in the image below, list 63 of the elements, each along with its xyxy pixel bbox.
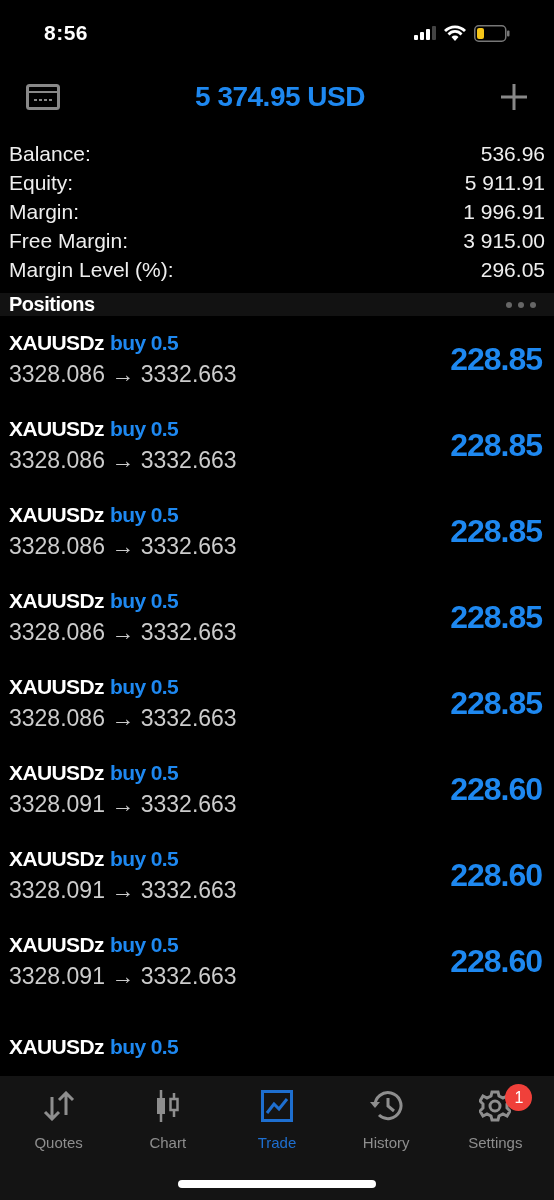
summary-value: 1 996.91 bbox=[463, 199, 545, 224]
summary-value: 5 911.91 bbox=[464, 170, 545, 195]
position-symbol: XAUUSDz bbox=[9, 330, 104, 355]
tab[interactable]: History bbox=[334, 1088, 439, 1151]
signal-icon bbox=[414, 26, 436, 40]
position-symbol: XAUUSDz bbox=[9, 674, 104, 699]
position-trade: buy 0.5 bbox=[110, 846, 179, 871]
summary-label: Balance: bbox=[9, 141, 91, 166]
position-prices: 3328.086 → 3332.663 bbox=[9, 532, 237, 560]
position-prices: 3328.086 → 3332.663 bbox=[9, 446, 237, 474]
position-prices: 3328.086 → 3332.663 bbox=[9, 618, 237, 646]
summary-value: 296.05 bbox=[480, 257, 545, 282]
more-icon[interactable] bbox=[506, 301, 536, 308]
add-button[interactable] bbox=[500, 83, 528, 111]
candlestick-icon bbox=[154, 1090, 181, 1122]
position-prices: 3328.091 → 3332.663 bbox=[9, 876, 237, 904]
position-trade: buy 0.5 bbox=[110, 760, 179, 785]
summary-label: Margin Level (%): bbox=[9, 257, 174, 282]
position-trade: buy 0.5 bbox=[110, 502, 179, 527]
position-symbol: XAUUSDz bbox=[9, 1035, 104, 1059]
position-symbol: XAUUSDz bbox=[9, 588, 104, 613]
history-icon bbox=[369, 1090, 404, 1122]
section-title: Positions bbox=[9, 293, 95, 316]
position-trade: buy 0.5 bbox=[110, 588, 179, 613]
position-symbol: XAUUSDz bbox=[9, 760, 104, 785]
summary-label: Free Margin: bbox=[9, 228, 129, 253]
battery-icon bbox=[474, 24, 510, 42]
position-trade: buy 0.5 bbox=[110, 1035, 179, 1059]
position-trade: buy 0.5 bbox=[110, 330, 179, 355]
equity-title: 5 374.95 USD bbox=[195, 81, 365, 113]
position-prices: 3328.086 → 3332.663 bbox=[9, 360, 237, 388]
position-trade: buy 0.5 bbox=[110, 416, 179, 441]
position-profit: 228.60 bbox=[450, 856, 542, 894]
summary-value: 536.96 bbox=[480, 141, 545, 166]
notification-badge: 1 bbox=[505, 1084, 533, 1111]
position-profit: 228.85 bbox=[450, 340, 542, 378]
position-profit: 228.60 bbox=[450, 770, 542, 808]
wifi-icon bbox=[444, 25, 466, 41]
tab[interactable]: Chart bbox=[115, 1088, 220, 1151]
position-prices: 3328.091 → 3332.663 bbox=[9, 790, 237, 818]
position-prices: 3328.091 → 3332.663 bbox=[9, 962, 237, 990]
settings-icon bbox=[479, 1090, 512, 1122]
position-profit: 228.85 bbox=[450, 598, 542, 636]
summary-value: 3 915.00 bbox=[463, 228, 545, 253]
position-profit: 228.85 bbox=[450, 684, 542, 722]
position-symbol: XAUUSDz bbox=[9, 502, 104, 527]
accounts-button[interactable] bbox=[26, 84, 60, 110]
position-symbol: XAUUSDz bbox=[9, 932, 104, 957]
position-trade: buy 0.5 bbox=[110, 674, 179, 699]
summary-label: Margin: bbox=[9, 199, 80, 224]
position-prices: 3328.086 → 3332.663 bbox=[9, 704, 237, 732]
position-profit: 228.60 bbox=[450, 942, 542, 980]
position-symbol: XAUUSDz bbox=[9, 846, 104, 871]
position-trade: buy 0.5 bbox=[110, 932, 179, 957]
position-symbol: XAUUSDz bbox=[9, 416, 104, 441]
arrows-icon bbox=[41, 1091, 76, 1121]
status-time: 8:56 bbox=[44, 21, 89, 45]
position-profit: 228.85 bbox=[450, 512, 542, 550]
tab[interactable]: Trade bbox=[224, 1088, 329, 1151]
summary-label: Equity: bbox=[9, 170, 74, 195]
line-chart-icon bbox=[260, 1090, 293, 1122]
tab[interactable]: Quotes bbox=[6, 1088, 111, 1151]
position-profit: 228.85 bbox=[450, 426, 542, 464]
